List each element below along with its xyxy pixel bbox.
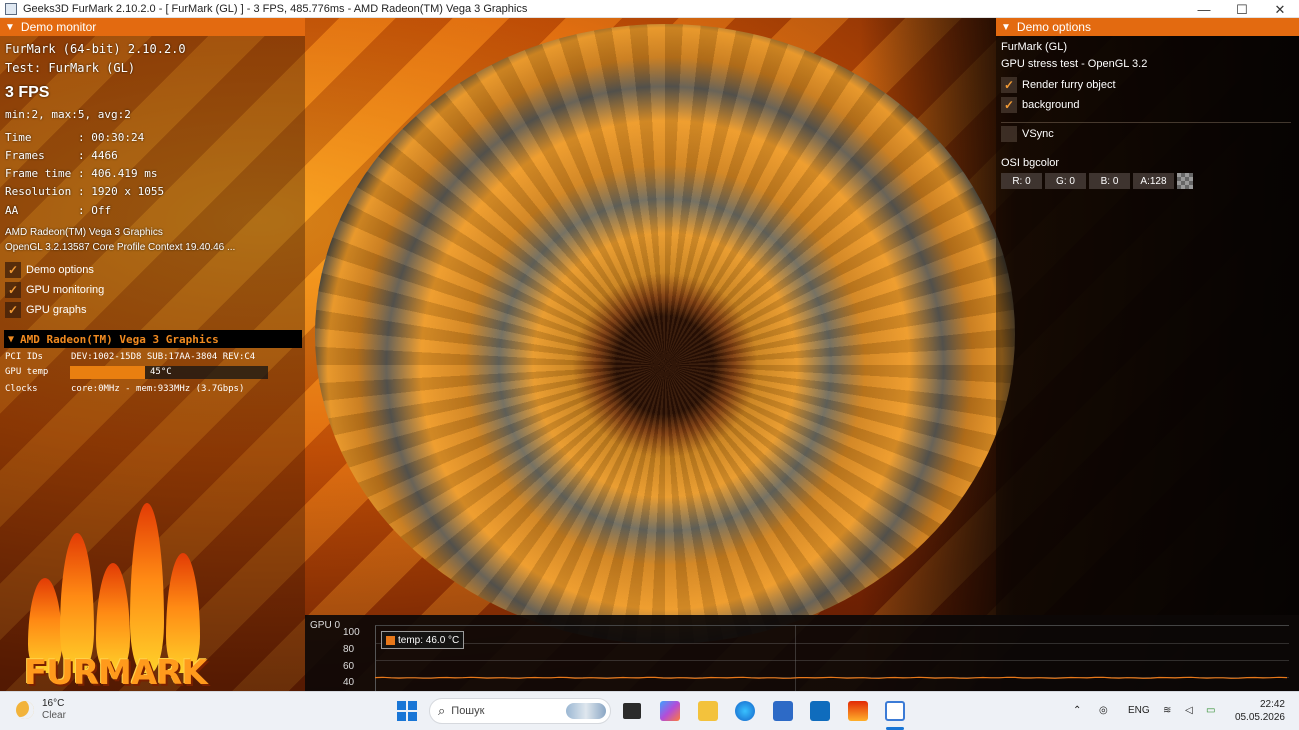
furmark-logo: FURMARK: [18, 488, 218, 693]
flame-icon: [60, 533, 94, 673]
language-indicator[interactable]: ENG: [1128, 705, 1150, 716]
app-version: FurMark (64-bit) 2.10.2.0: [5, 42, 186, 56]
legend-swatch: [386, 635, 395, 645]
close-button[interactable]: ✕: [1261, 0, 1299, 18]
file-explorer-icon[interactable]: [698, 701, 718, 721]
stat-row: Frame time: 406.419 ms: [5, 167, 158, 180]
color-swatch[interactable]: [1177, 173, 1193, 189]
y-tick: 40: [343, 677, 355, 688]
check-icon: ✓: [5, 282, 21, 298]
battery-icon[interactable]: ▭: [1206, 705, 1215, 716]
demo-monitor-header[interactable]: ▼ Demo monitor: [0, 18, 305, 36]
demo-options-header[interactable]: ▼ Demo options: [996, 18, 1299, 36]
background-checkbox[interactable]: ✓ background: [1001, 97, 1080, 113]
moon-icon: [16, 701, 34, 719]
furry-torus: [315, 24, 1015, 644]
pci-ids-row: PCI IDs DEV:1002-15D8 SUB:17AA-3804 REV:C…: [5, 352, 256, 362]
windows-start-icon[interactable]: [397, 701, 417, 721]
green-input[interactable]: G: 0: [1045, 173, 1086, 189]
gpu-name: AMD Radeon(TM) Vega 3 Graphics: [5, 227, 163, 238]
wifi-icon[interactable]: ≋: [1163, 705, 1171, 716]
demo-monitor-panel: ▼ Demo monitor FurMark (64-bit) 2.10.2.0…: [0, 18, 305, 693]
empty-checkbox-icon: [1001, 126, 1017, 142]
stat-row: AA: Off: [5, 204, 112, 217]
clock-time: 22:42: [1259, 699, 1285, 710]
gpu-temp-value: 45°C: [150, 367, 172, 377]
y-tick: 80: [343, 644, 355, 655]
fur-texture: [315, 24, 1015, 644]
furmark-window-taskbar-icon[interactable]: [885, 701, 905, 721]
collapse-triangle-icon: ▼: [5, 21, 15, 33]
collapse-triangle-icon: ▼: [1001, 21, 1011, 33]
temp-series-svg: [375, 676, 1288, 679]
system-clock[interactable]: 22:42 05.05.2026: [1235, 698, 1285, 724]
clock-date: 05.05.2026: [1234, 712, 1285, 723]
gpu-monitoring-checkbox[interactable]: ✓ GPU monitoring: [5, 282, 104, 298]
temp-series-line: [375, 676, 1288, 679]
check-icon: ✓: [1001, 97, 1017, 113]
stat-row: Frames: 4466: [5, 149, 118, 162]
check-icon: ✓: [1001, 77, 1017, 93]
logo-wordmark: FURMARK: [24, 653, 208, 693]
demo-description: GPU stress test - OpenGL 3.2: [1001, 58, 1148, 70]
search-icon: ⌕: [438, 703, 446, 718]
gl-context: OpenGL 3.2.13587 Core Profile Context 19…: [5, 242, 236, 253]
red-input[interactable]: R: 0: [1001, 173, 1042, 189]
weather-condition: Clear: [42, 710, 66, 721]
window-titlebar: Geeks3D FurMark 2.10.2.0 - [ FurMark (GL…: [0, 0, 1299, 18]
graph-label: GPU 0: [310, 620, 341, 631]
search-placeholder: Пошук: [451, 705, 485, 717]
gpu-temp-label: GPU temp: [5, 367, 49, 377]
y-tick: 100: [343, 627, 360, 638]
demo-name: FurMark (GL): [1001, 41, 1067, 53]
weather-widget[interactable]: 16°C Clear: [16, 698, 66, 722]
y-tick: 60: [343, 661, 355, 672]
check-icon: ✓: [5, 302, 21, 318]
test-name: Test: FurMark (GL): [5, 61, 136, 75]
edge-browser-icon[interactable]: [735, 701, 755, 721]
fps-stats: min:2, max:5, avg:2: [5, 108, 131, 121]
gpu-monitor-header[interactable]: ▼ AMD Radeon(TM) Vega 3 Graphics: [4, 330, 302, 348]
render-furry-object-checkbox[interactable]: ✓ Render furry object: [1001, 77, 1116, 93]
demo-options-panel: ▼ Demo options FurMark (GL) GPU stress t…: [996, 18, 1299, 615]
outlook-icon[interactable]: [810, 701, 830, 721]
taskbar-search[interactable]: ⌕ Пошук: [429, 698, 611, 724]
demo-options-checkbox[interactable]: ✓ Demo options: [5, 262, 94, 278]
stat-row: Time: 00:30:24: [5, 131, 145, 144]
gpu-graphs-checkbox[interactable]: ✓ GPU graphs: [5, 302, 87, 318]
window-controls: — ☐ ✕: [1185, 0, 1299, 18]
weather-temp: 16°C: [42, 698, 65, 709]
flame-icon: [130, 503, 164, 673]
options-divider: [1001, 122, 1291, 123]
network-status-icon[interactable]: ◎: [1099, 705, 1108, 716]
task-view-icon[interactable]: [623, 703, 641, 719]
fps-value: 3 FPS: [5, 84, 50, 101]
gpu-temp-bar-fill: [70, 366, 146, 379]
window-title: Geeks3D FurMark 2.10.2.0 - [ FurMark (GL…: [23, 2, 528, 15]
bgcolor-inputs: R: 0 G: 0 B: 0 A:128: [1001, 173, 1193, 189]
gpu-temp-bar: 45°C: [70, 366, 268, 379]
app-icon: [5, 2, 17, 15]
bgcolor-label: OSI bgcolor: [1001, 157, 1060, 169]
graph-legend: temp: 46.0 °C: [381, 631, 465, 649]
gpu-graph: GPU 0 100 80 60 40 temp: 46.0 °C: [305, 615, 1299, 691]
alpha-input[interactable]: A:128: [1133, 173, 1174, 189]
taskbar: 16°C Clear ⌕ Пошук ⌃ ◎ ENG ≋ ◁ ▭ 22:42 0…: [0, 691, 1299, 730]
chevron-up-icon[interactable]: ⌃: [1073, 705, 1081, 716]
copilot-icon[interactable]: [660, 701, 680, 721]
stat-row: Resolution: 1920 x 1055: [5, 185, 165, 198]
check-icon: ✓: [5, 262, 21, 278]
speaker-icon[interactable]: ◁: [1185, 705, 1193, 716]
minimize-button[interactable]: —: [1185, 0, 1223, 18]
vsync-checkbox[interactable]: VSync: [1001, 126, 1054, 142]
store-icon[interactable]: [773, 701, 793, 721]
search-highlight-icon: [566, 703, 606, 719]
demo-monitor-title: Demo monitor: [20, 20, 97, 34]
furmark-taskbar-icon[interactable]: [848, 701, 868, 721]
blue-input[interactable]: B: 0: [1089, 173, 1130, 189]
clocks-row: Clocks core:0MHz - mem:933MHz (3.7Gbps): [5, 384, 245, 394]
maximize-button[interactable]: ☐: [1223, 0, 1261, 18]
collapse-triangle-icon: ▼: [8, 333, 15, 345]
